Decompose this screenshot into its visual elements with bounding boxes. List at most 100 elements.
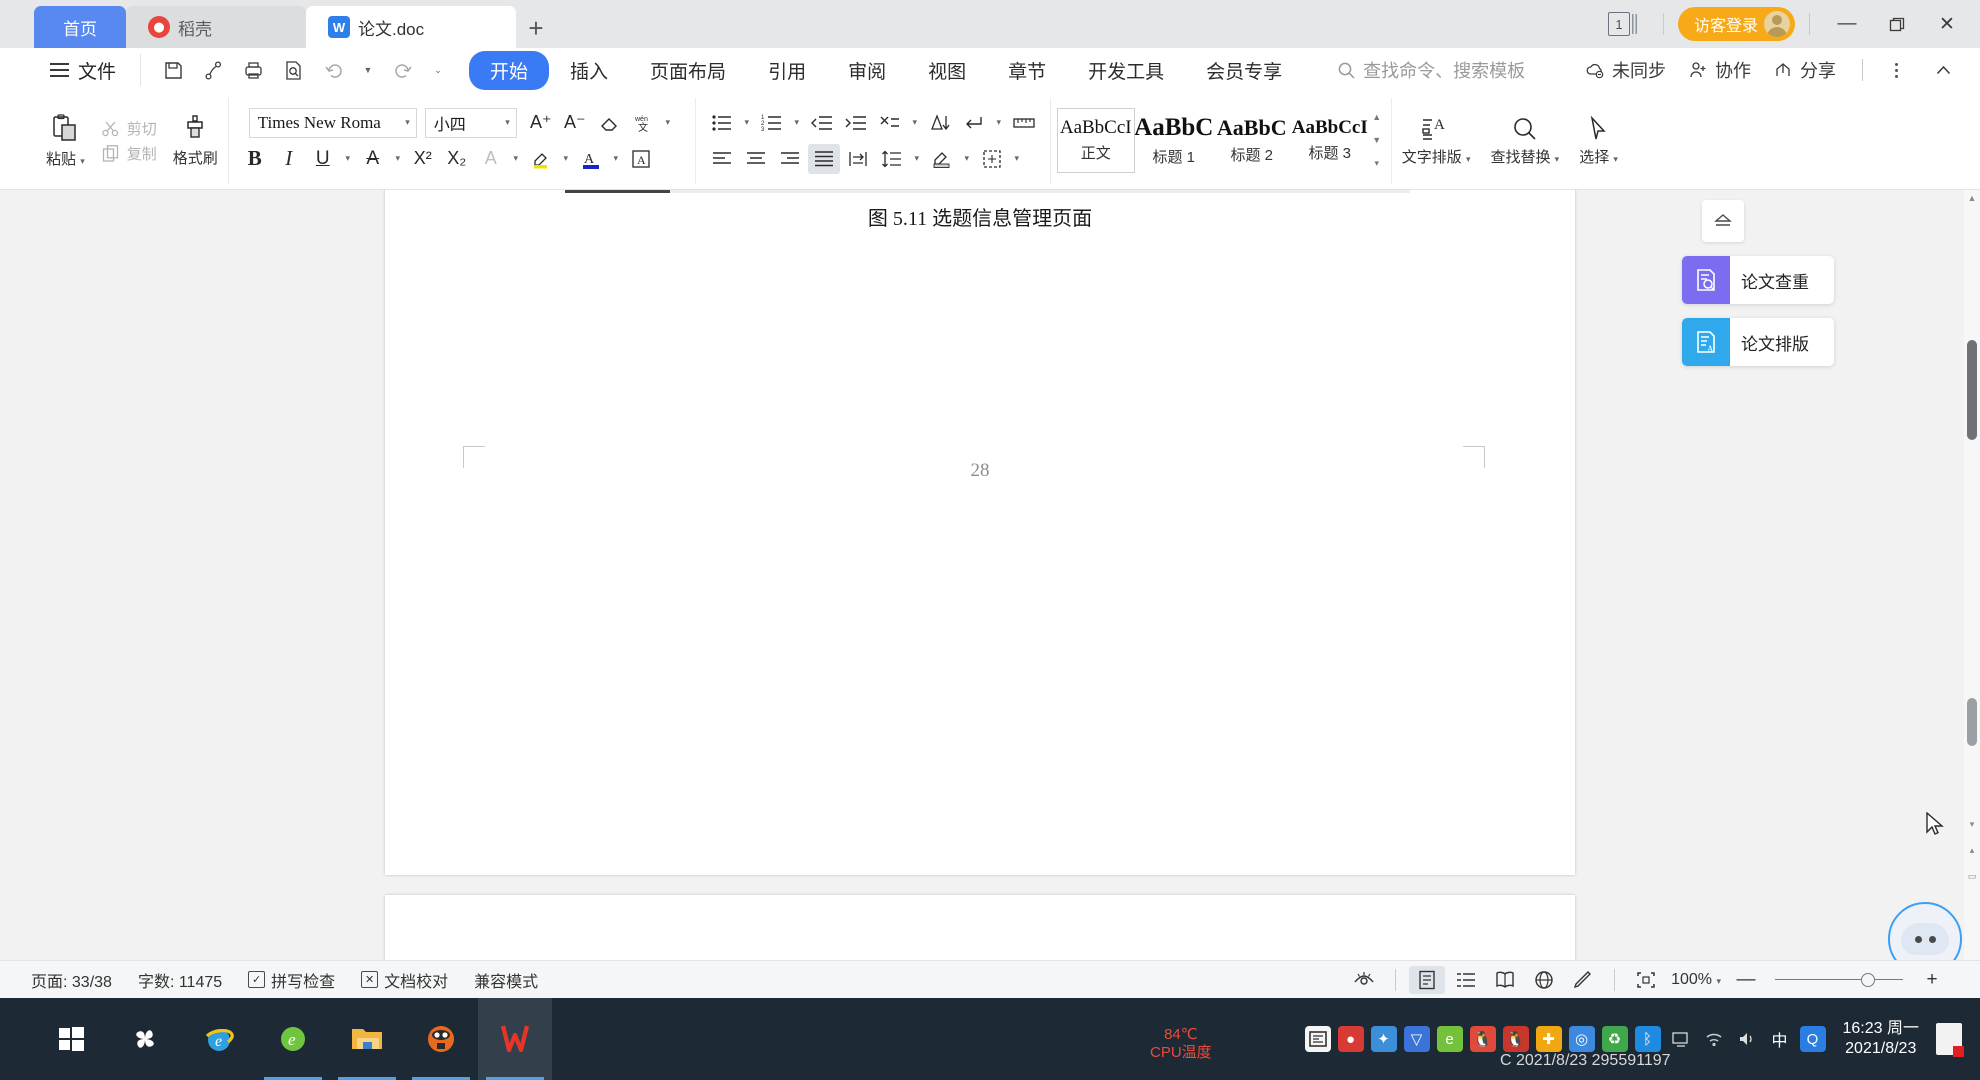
ribbon-tab-member[interactable]: 会员专享	[1185, 51, 1303, 90]
italic-button[interactable]: I	[273, 144, 305, 174]
web-view-icon[interactable]	[1526, 966, 1562, 994]
scroll-down-icon[interactable]: ▼	[1372, 135, 1381, 145]
security-icon[interactable]: ●	[1337, 1026, 1364, 1052]
format-painter-button[interactable]: 格式刷	[163, 114, 228, 168]
align-center-button[interactable]	[740, 144, 772, 174]
customize-toolbar-icon[interactable]: ⌄	[425, 54, 451, 86]
style-more-icon[interactable]: ▾	[1374, 158, 1379, 169]
print-preview-icon[interactable]	[275, 54, 311, 86]
font-size-select[interactable]: 小四 ▾	[424, 107, 517, 138]
strikethrough-button[interactable]: A	[357, 144, 389, 174]
eye-icon[interactable]	[1346, 966, 1382, 994]
highlight-dropdown-icon[interactable]: ▾	[559, 144, 573, 174]
collapse-ribbon-button[interactable]	[1920, 50, 1966, 90]
wps-office-app[interactable]	[478, 998, 552, 1080]
line-spacing-dropdown-icon[interactable]: ▾	[910, 144, 924, 174]
numbered-list-dropdown-icon[interactable]: ▾	[790, 108, 804, 138]
zoom-out-button[interactable]: —	[1728, 966, 1764, 994]
distribute-button[interactable]	[842, 144, 874, 174]
360-icon[interactable]: e	[1436, 1026, 1463, 1052]
show-marks-button[interactable]	[958, 108, 990, 138]
tab-docer[interactable]: ● 稻壳	[126, 6, 306, 48]
paragraph-layout-button[interactable]	[874, 108, 906, 138]
maximize-button[interactable]	[1874, 4, 1920, 44]
borders-dropdown-icon[interactable]: ▾	[1010, 144, 1024, 174]
find-replace-button[interactable]: 查找替换 ▾	[1480, 115, 1569, 167]
share-button[interactable]: 分享	[1767, 57, 1842, 83]
sort-button[interactable]	[924, 108, 956, 138]
qq-icon[interactable]: 🐧	[1469, 1026, 1496, 1052]
redo-icon[interactable]	[385, 54, 421, 86]
tab-document[interactable]: W 论文.doc	[306, 6, 516, 48]
decrease-font-size-button[interactable]: A⁻	[559, 108, 591, 138]
kingsoft-app[interactable]	[404, 998, 478, 1080]
font-name-select[interactable]: Times New Roma ▾	[248, 107, 417, 138]
shield-icon[interactable]: ✚	[1535, 1026, 1562, 1052]
pinyin-dropdown-icon[interactable]: ▾	[661, 108, 675, 138]
file-menu-button[interactable]: 文件	[40, 57, 126, 84]
side-panel-collapse-button[interactable]	[1702, 200, 1744, 242]
file-explorer-app[interactable]	[330, 998, 404, 1080]
ribbon-tab-page-layout[interactable]: 页面布局	[629, 51, 747, 90]
justify-button[interactable]	[807, 143, 840, 174]
document-canvas[interactable]: ↑ 图 5.11 选题信息管理页面 28 毕业设计（论文） 第 6 章 系统测试	[0, 190, 1980, 998]
scroll-up-arrow-icon[interactable]: ▲	[1966, 192, 1978, 204]
pinyin-guide-button[interactable]: wén 文	[627, 108, 659, 138]
subscript-button[interactable]: X₂	[441, 144, 473, 174]
music-icon[interactable]: ◎	[1568, 1026, 1595, 1052]
undo-dropdown-icon[interactable]: ▼	[355, 54, 381, 86]
sync-status-button[interactable]: 未同步	[1579, 57, 1672, 83]
share-icon[interactable]	[195, 54, 231, 86]
increase-indent-button[interactable]	[840, 108, 872, 138]
font-color-dropdown-icon[interactable]: ▾	[609, 144, 623, 174]
collaborate-button[interactable]: 协作	[1682, 57, 1757, 83]
thesis-format-card[interactable]: A 论文排版	[1682, 318, 1834, 366]
paragraph-layout-dropdown-icon[interactable]: ▾	[908, 108, 922, 138]
page-indicator[interactable]: 页面: 33/38	[18, 968, 125, 992]
bluetooth-icon[interactable]: ᛒ	[1634, 1026, 1661, 1052]
recycle-icon[interactable]: ♻	[1601, 1026, 1628, 1052]
next-page-icon[interactable]: ▴	[1966, 844, 1978, 856]
word-count-indicator[interactable]: 字数: 11475	[125, 968, 235, 992]
align-right-button[interactable]	[774, 144, 806, 174]
notification-doc-icon[interactable]	[1936, 1023, 1964, 1057]
figure-image[interactable]: ↑	[565, 190, 1410, 193]
monitor-icon[interactable]	[1668, 1026, 1694, 1052]
ribbon-tab-review[interactable]: 审阅	[827, 51, 907, 90]
ribbon-tab-view[interactable]: 视图	[907, 51, 987, 90]
scrollbar-thumb[interactable]	[1967, 340, 1977, 440]
windows-start-button[interactable]	[34, 998, 108, 1080]
document-count-indicator[interactable]: 1	[1607, 12, 1639, 36]
book-view-icon[interactable]	[1487, 966, 1523, 994]
shading-button[interactable]	[926, 144, 958, 174]
ime-icon[interactable]: 中	[1767, 1026, 1793, 1052]
volume-icon[interactable]	[1734, 1026, 1760, 1052]
scroll-up-icon[interactable]: ▲	[1372, 112, 1381, 122]
internet-explorer-app[interactable]: e	[182, 998, 256, 1080]
style-heading-2[interactable]: AaBbC 标题 2	[1213, 108, 1291, 173]
clear-formatting-button[interactable]	[593, 108, 625, 138]
style-normal[interactable]: AaBbCcI 正文	[1056, 108, 1135, 173]
quark-icon[interactable]: Q	[1799, 1026, 1826, 1052]
text-effects-dropdown-icon[interactable]: ▾	[509, 144, 523, 174]
text-layout-button[interactable]: A 文字排版 ▾	[1392, 115, 1481, 167]
font-color-button[interactable]: A	[575, 144, 607, 174]
ribbon-tab-insert[interactable]: 插入	[549, 51, 629, 90]
superscript-button[interactable]: X²	[407, 144, 439, 174]
text-effects-button[interactable]: A	[475, 144, 507, 174]
character-border-button[interactable]: A	[625, 144, 657, 174]
highlight-color-button[interactable]	[525, 144, 557, 174]
wifi-icon[interactable]	[1701, 1026, 1727, 1052]
undo-icon[interactable]	[315, 54, 351, 86]
search-input[interactable]: 查找命令、搜索模板	[1337, 57, 1525, 83]
underline-dropdown-icon[interactable]: ▾	[341, 144, 355, 174]
zoom-slider[interactable]	[1775, 971, 1903, 989]
print-icon[interactable]	[235, 54, 271, 86]
360-browser-app[interactable]: e	[256, 998, 330, 1080]
decrease-indent-button[interactable]	[806, 108, 838, 138]
minimize-button[interactable]: —	[1824, 4, 1870, 44]
align-left-button[interactable]	[706, 144, 738, 174]
style-heading-3[interactable]: AaBbCcI 标题 3	[1291, 108, 1369, 173]
underline-button[interactable]: U	[307, 144, 339, 174]
select-browse-object-icon[interactable]: ▭	[1966, 870, 1978, 882]
